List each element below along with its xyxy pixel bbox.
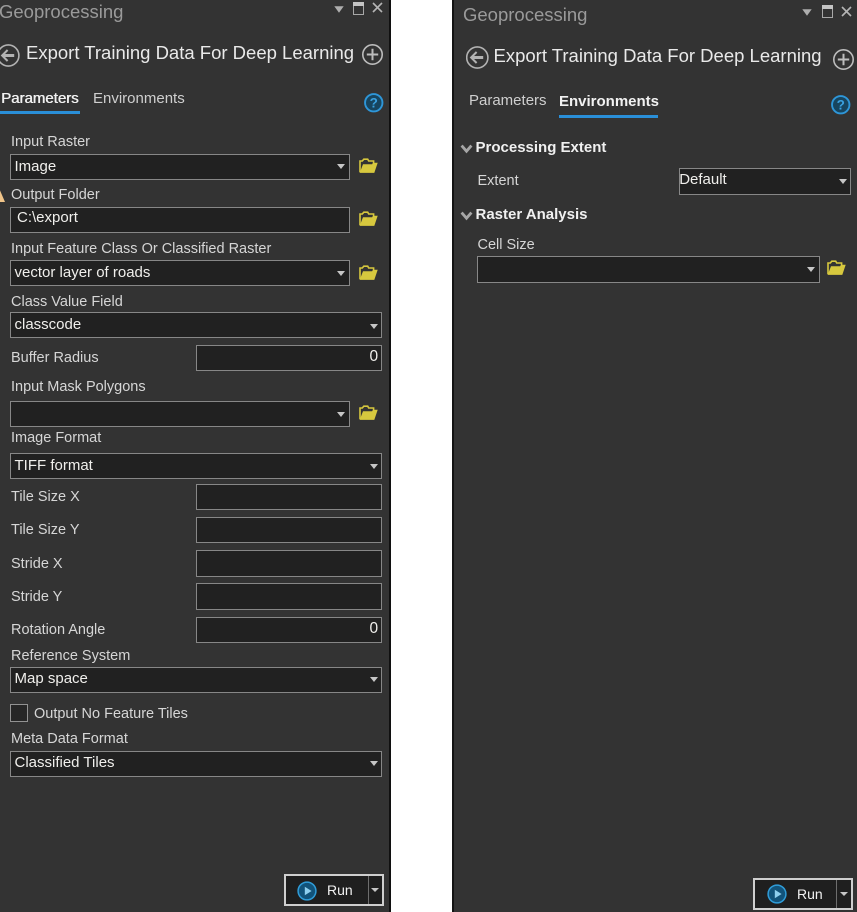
svg-text:?: ?	[837, 97, 845, 112]
svg-text:?: ?	[370, 95, 378, 110]
